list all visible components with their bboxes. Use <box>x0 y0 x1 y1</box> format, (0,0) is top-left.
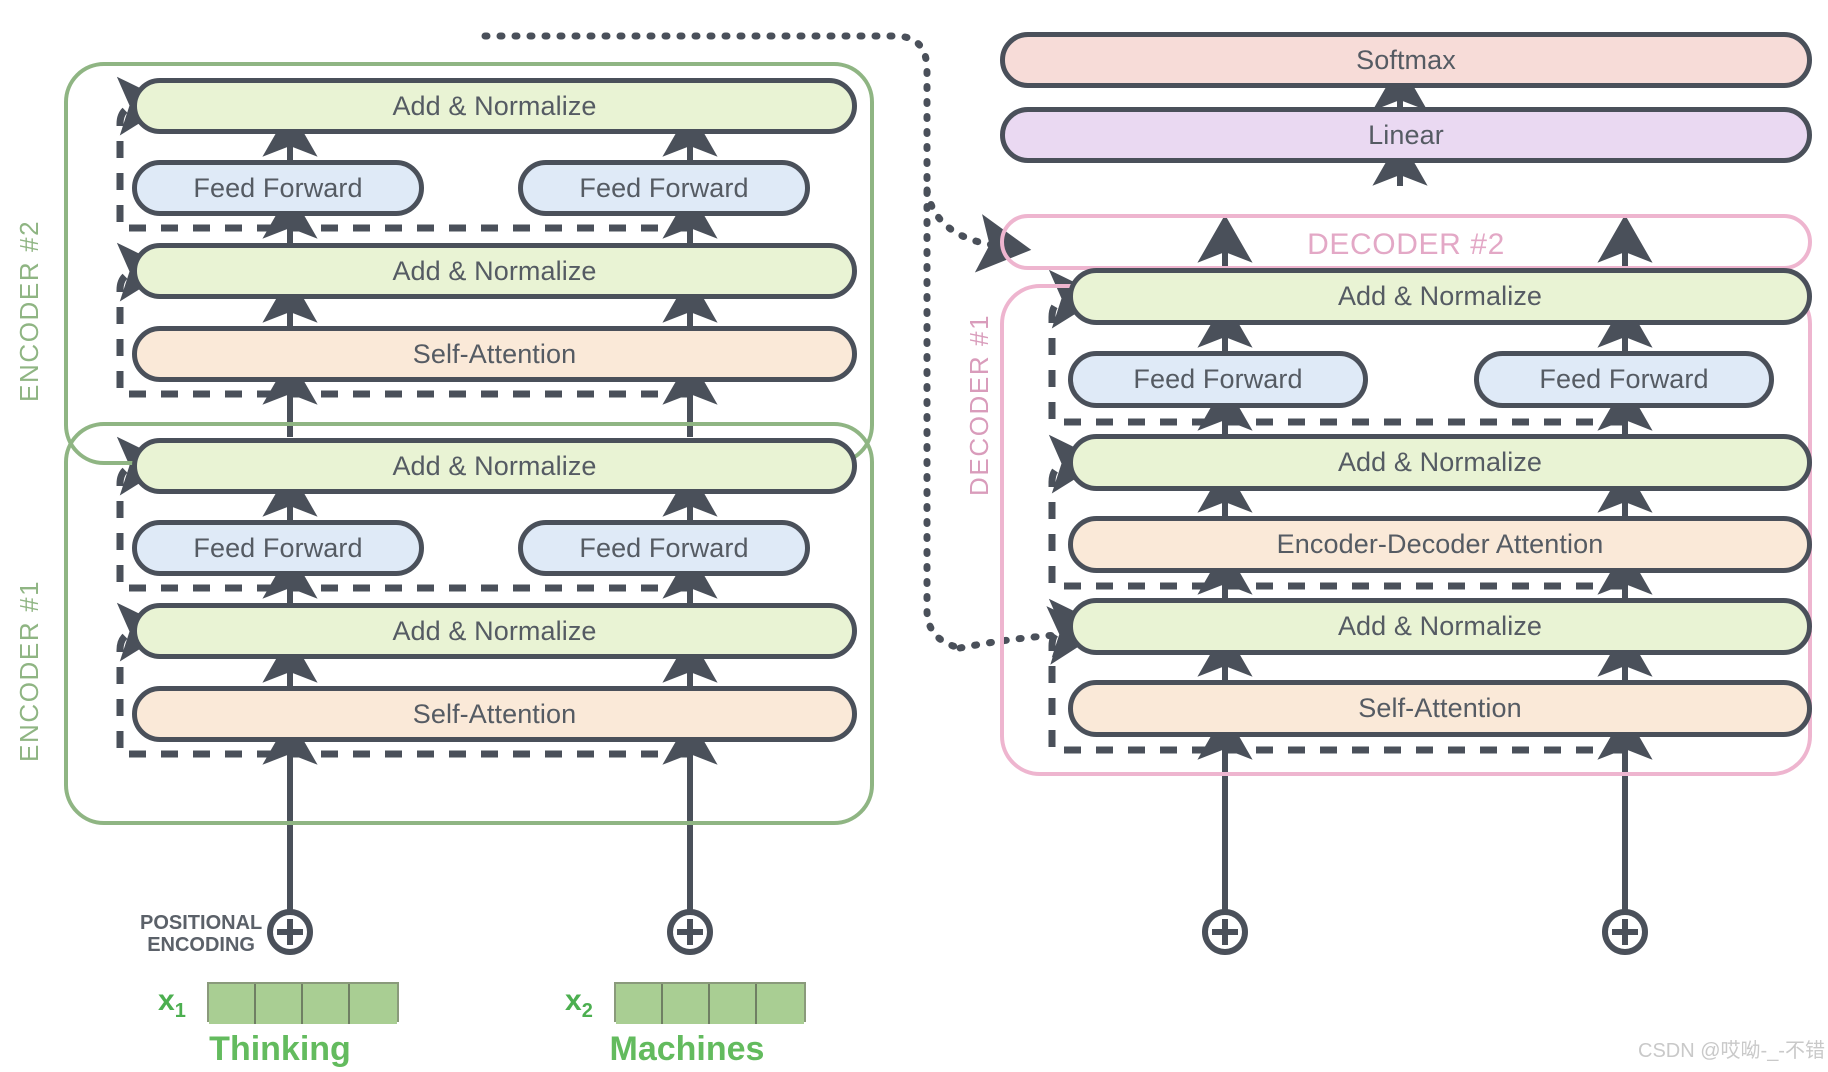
embedding-cell <box>256 984 303 1024</box>
encoder1-self-attention: Self-Attention <box>132 686 857 742</box>
encoder2-feed-forward-left: Feed Forward <box>132 160 424 216</box>
plus-circle-encoder-2 <box>667 909 713 955</box>
embedding-cell <box>757 984 804 1024</box>
encoder1-add-norm-bottom: Add & Normalize <box>132 603 857 659</box>
positional-encoding-line-2: ENCODING <box>147 934 255 957</box>
positional-encoding-circles <box>267 909 1648 955</box>
embedding-cell <box>209 984 256 1024</box>
positional-encoding-label: POSITIONAL ENCODING <box>140 912 262 957</box>
input-word-1: Thinking <box>209 1030 351 1068</box>
encoder-1-label: ENCODER #1 <box>14 579 44 762</box>
decoder1-feed-forward-right: Feed Forward <box>1474 351 1774 408</box>
input-embedding-2 <box>614 982 806 1024</box>
embedding-cell <box>350 984 397 1024</box>
softmax-box: Softmax <box>1000 32 1812 88</box>
watermark: CSDN @哎呦-_-不错 <box>1638 1040 1825 1062</box>
decoder1-feed-forward-left: Feed Forward <box>1068 351 1368 408</box>
positional-encoding-line-1: POSITIONAL <box>140 912 263 934</box>
decoder1-add-norm-bottom: Add & Normalize <box>1068 598 1812 655</box>
plus-circle-decoder-2 <box>1602 909 1648 955</box>
decoder-2-label: DECODER #2 <box>1307 228 1505 261</box>
embedding-cell <box>710 984 757 1024</box>
decoder-1-label: DECODER #1 <box>964 313 994 496</box>
x1-index: 1 <box>174 1000 186 1022</box>
diagram-canvas: ENCODER #2 Add & Normalize Feed Forward … <box>0 0 1828 1072</box>
encoder-2-label: ENCODER #2 <box>14 219 44 402</box>
embedding-cell <box>663 984 710 1024</box>
x1-base: x <box>158 984 175 1017</box>
input-vector-label-1: x1 <box>158 984 186 1023</box>
input-word-2: Machines <box>609 1030 765 1068</box>
x2-index: 2 <box>581 1000 593 1022</box>
encoder2-add-norm-bottom: Add & Normalize <box>132 243 857 299</box>
linear-box: Linear <box>1000 107 1812 163</box>
embedding-cell <box>303 984 350 1024</box>
input-embedding-1 <box>207 982 399 1024</box>
encoder2-feed-forward-right: Feed Forward <box>518 160 810 216</box>
input-vector-label-2: x2 <box>565 984 593 1023</box>
plus-circle-decoder-1 <box>1202 909 1248 955</box>
embedding-cell <box>616 984 663 1024</box>
encoder1-add-norm-top: Add & Normalize <box>132 438 857 494</box>
plus-circle-encoder-1 <box>267 909 313 955</box>
decoder1-self-attention: Self-Attention <box>1068 680 1812 737</box>
encoder2-self-attention: Self-Attention <box>132 326 857 382</box>
decoder1-encoder-decoder-attention: Encoder-Decoder Attention <box>1068 516 1812 573</box>
encoder2-add-norm-top: Add & Normalize <box>132 78 857 134</box>
decoder1-add-norm-top: Add & Normalize <box>1068 268 1812 325</box>
x2-base: x <box>565 984 582 1017</box>
decoder1-add-norm-middle: Add & Normalize <box>1068 434 1812 491</box>
encoder1-feed-forward-left: Feed Forward <box>132 520 424 576</box>
encoder1-feed-forward-right: Feed Forward <box>518 520 810 576</box>
